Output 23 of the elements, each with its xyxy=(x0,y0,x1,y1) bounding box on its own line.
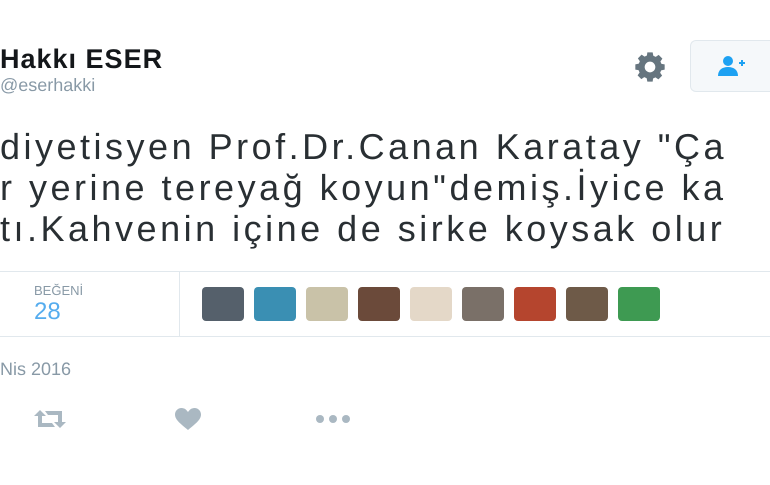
settings-icon[interactable] xyxy=(634,51,666,83)
add-person-icon xyxy=(717,55,747,77)
avatar-photo-placeholder[interactable] xyxy=(202,287,244,321)
avatar-photo-placeholder[interactable] xyxy=(566,287,608,321)
avatar-photo-placeholder[interactable] xyxy=(254,287,296,321)
tweet-text: r yerine tereyağ koyun"demiş.İyice ka xyxy=(0,167,727,208)
heart-icon[interactable] xyxy=(175,408,201,430)
avatar-photo-placeholder[interactable] xyxy=(410,287,452,321)
follow-button[interactable] xyxy=(690,40,770,92)
likes-label: BEĞENİ xyxy=(34,282,84,298)
retweet-icon[interactable] xyxy=(33,408,67,430)
tweet-text: tı.Kahvenin içine de sirke koysak olur xyxy=(0,208,726,249)
author-name[interactable]: Hakkı ESER xyxy=(0,44,164,74)
avatar-photo-placeholder[interactable] xyxy=(514,287,556,321)
avatar-photo-placeholder[interactable] xyxy=(358,287,400,321)
avatar-photo-placeholder[interactable] xyxy=(618,287,660,321)
author-handle[interactable]: @eserhakki xyxy=(0,74,96,96)
tweet-text: diyetisyen Prof.Dr.Canan Karatay "Ça xyxy=(0,126,728,167)
likes-count[interactable]: 28 xyxy=(34,298,61,326)
avatar-photo-placeholder[interactable] xyxy=(306,287,348,321)
more-icon[interactable] xyxy=(315,414,351,424)
tweet-date: Nis 2016 xyxy=(0,359,72,380)
avatar-photo-placeholder[interactable] xyxy=(462,287,504,321)
